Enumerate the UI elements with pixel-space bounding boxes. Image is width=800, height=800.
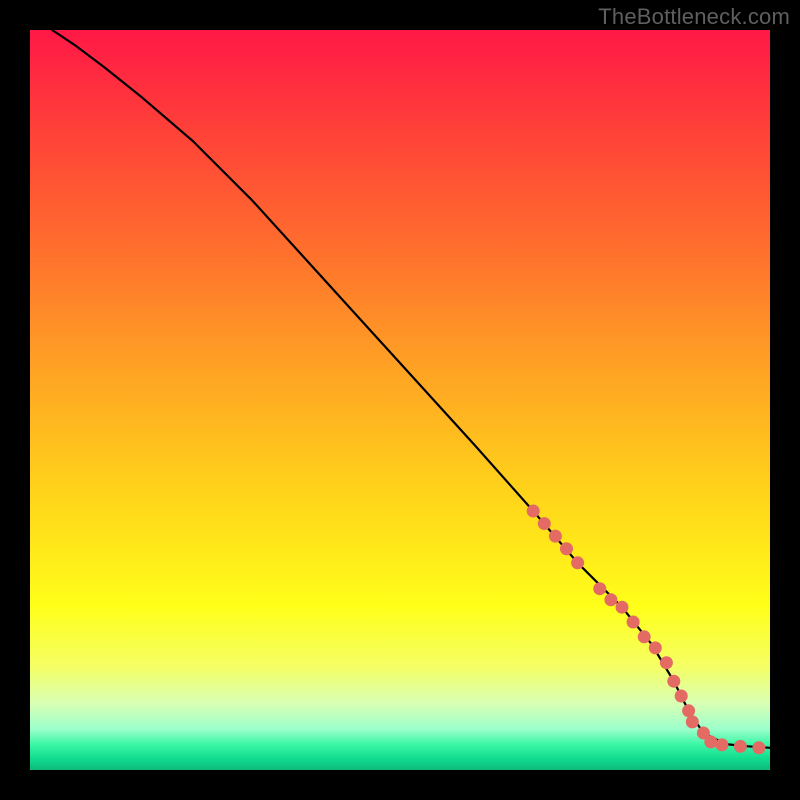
highlight-point (682, 704, 695, 717)
chart-svg (0, 0, 800, 800)
highlight-point (734, 740, 747, 753)
watermark-text: TheBottleneck.com (598, 4, 790, 30)
highlight-point (638, 630, 651, 643)
highlight-point (538, 517, 551, 530)
highlight-point (604, 593, 617, 606)
highlight-point (649, 641, 662, 654)
plot-background (30, 30, 770, 770)
highlight-point (527, 505, 540, 518)
highlight-point (715, 738, 728, 751)
highlight-point (704, 735, 717, 748)
highlight-point (627, 616, 640, 629)
highlight-point (549, 530, 562, 543)
highlight-point (675, 690, 688, 703)
highlight-point (571, 556, 584, 569)
highlight-point (686, 715, 699, 728)
highlight-point (593, 582, 606, 595)
highlight-point (560, 542, 573, 555)
highlight-point (667, 675, 680, 688)
highlight-point (616, 601, 629, 614)
highlight-point (660, 656, 673, 669)
chart-container: TheBottleneck.com (0, 0, 800, 800)
highlight-point (752, 741, 765, 754)
